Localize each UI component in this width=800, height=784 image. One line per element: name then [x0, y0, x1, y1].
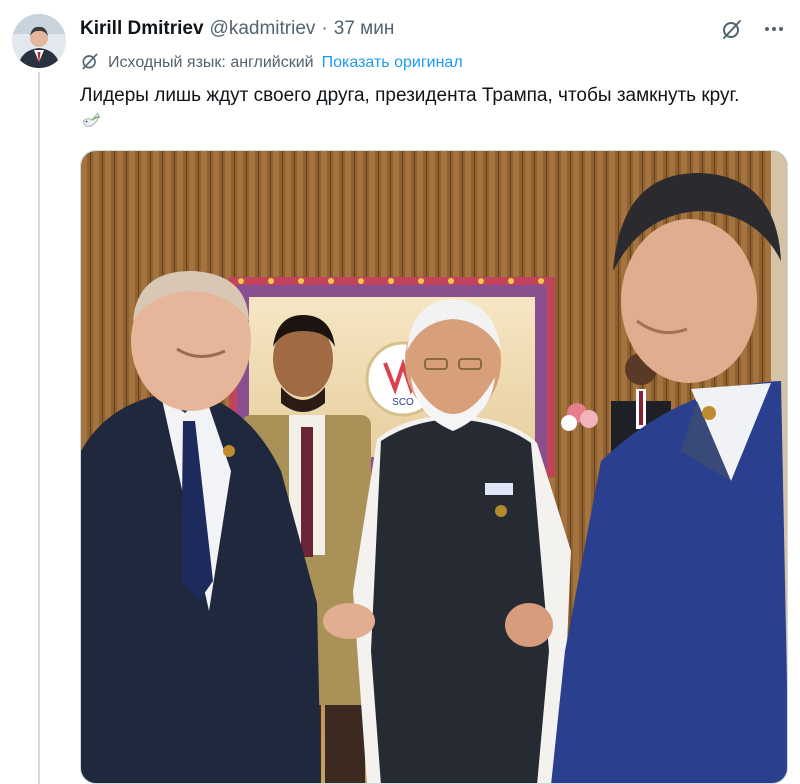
- display-name[interactable]: Kirill Dmitriev: [80, 18, 204, 40]
- handle[interactable]: @kadmitriev: [210, 18, 316, 40]
- more-icon[interactable]: [762, 17, 786, 41]
- translation-note: Исходный язык: английский: [108, 54, 314, 71]
- tweet-text: Лидеры лишь ждут своего друга, президент…: [80, 85, 740, 106]
- thread-line: [38, 72, 40, 784]
- tweet-actions: [720, 14, 786, 44]
- dove-icon: [80, 108, 104, 132]
- avatar[interactable]: [12, 14, 66, 68]
- sco-logo-text: SCO: [392, 397, 414, 408]
- tweet-photo[interactable]: SCO: [80, 150, 788, 784]
- grok-icon[interactable]: [720, 17, 744, 41]
- translate-icon: [80, 51, 100, 76]
- translation-row: Исходный язык: английский Показать ориги…: [80, 50, 463, 76]
- show-original-link[interactable]: Показать оригинал: [322, 54, 463, 72]
- timestamp[interactable]: 37 мин: [334, 18, 395, 40]
- separator: ·: [321, 18, 328, 39]
- tweet-header: Kirill Dmitriev @kadmitriev · 37 мин: [80, 14, 394, 44]
